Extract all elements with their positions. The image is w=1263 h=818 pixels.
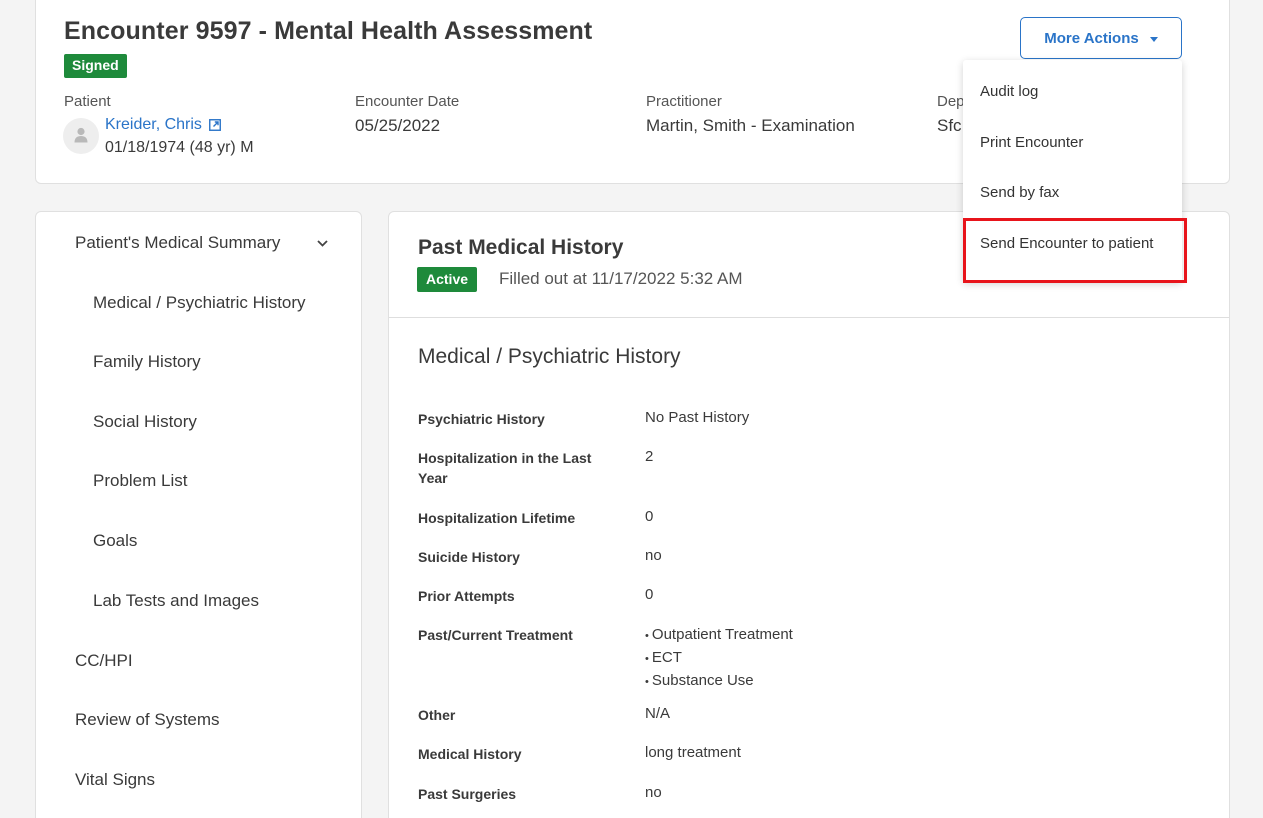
sidebar-item-medical-psychiatric-history[interactable]: Medical / Psychiatric History — [93, 293, 306, 313]
row-label-psychiatric-history: Psychiatric History — [418, 411, 545, 427]
row-value-suicide-history: no — [645, 547, 662, 564]
sidebar-item-social-history[interactable]: Social History — [93, 412, 197, 432]
sidebar-item-lab-tests-and-images[interactable]: Lab Tests and Images — [93, 591, 259, 611]
patient-label: Patient — [64, 93, 111, 110]
caret-down-icon[interactable] — [1149, 36, 1158, 42]
row-label-past-current-treatment: Past/Current Treatment — [418, 627, 573, 643]
row-value-prior-attempts: 0 — [645, 586, 654, 603]
patient-dob: 01/18/1974 (48 yr) M — [105, 139, 254, 156]
more-actions-button[interactable]: More Actions — [1020, 17, 1182, 59]
avatar — [63, 118, 99, 154]
row-label-suicide-history: Suicide History — [418, 549, 520, 565]
practitioner-value: Martin, Smith - Examination — [646, 116, 855, 135]
row-label-hospitalization-lifetime: Hospitalization Lifetime — [418, 510, 576, 526]
row-label-medical-history: Medical History — [418, 746, 522, 762]
encounter-date-value: 05/25/2022 — [355, 116, 441, 135]
divider — [389, 317, 1229, 318]
menu-item-print-encounter[interactable]: Print Encounter — [980, 134, 1083, 151]
row-value-other: N/A — [645, 705, 671, 722]
row-value-hospitalization-last-year: 2 — [645, 448, 654, 465]
row-label-other: Other — [418, 707, 456, 723]
patient-name[interactable]: Kreider, Chris — [105, 116, 202, 134]
sidebar-item-cc-hpi[interactable]: CC/HPI — [75, 651, 133, 671]
row-value-psychiatric-history: No Past History — [645, 409, 750, 426]
sidebar-item-problem-list[interactable]: Problem List — [93, 471, 187, 491]
chevron-down-icon[interactable] — [317, 240, 328, 247]
row-label-prior-attempts: Prior Attempts — [418, 588, 515, 604]
highlight-box — [963, 218, 1187, 283]
row-value-medical-history: long treatment — [645, 744, 741, 761]
sidebar-item-review-of-systems[interactable]: Review of Systems — [75, 710, 220, 730]
page-title: Past Medical History — [418, 236, 624, 259]
sidebar-item-vital-signs[interactable]: Vital Signs — [75, 770, 155, 790]
list-item: ECT — [645, 647, 793, 670]
external-link-icon[interactable] — [208, 119, 221, 131]
department-label: Dep — [937, 93, 965, 110]
encounter-date-label: Encounter Date — [355, 93, 460, 110]
menu-item-audit-log[interactable]: Audit log — [980, 83, 1038, 100]
sidebar-item-goals[interactable]: Goals — [93, 531, 137, 551]
user-icon — [74, 127, 88, 143]
more-actions-label[interactable]: More Actions — [1044, 30, 1138, 47]
filled-out-timestamp: Filled out at 11/17/2022 5:32 AM — [499, 269, 743, 288]
patient-name-link[interactable]: Kreider, Chris — [105, 116, 221, 134]
active-badge: Active — [417, 267, 478, 292]
row-label-past-surgeries: Past Surgeries — [418, 786, 517, 802]
menu-item-send-by-fax[interactable]: Send by fax — [980, 184, 1059, 201]
encounter-title: Encounter 9597 - Mental Health Assessmen… — [64, 17, 593, 45]
row-value-past-surgeries: no — [645, 784, 662, 801]
status-badge: Signed — [64, 54, 127, 78]
row-value-hospitalization-lifetime: 0 — [645, 508, 654, 525]
sidebar-item-patients-medical-summary[interactable]: Patient's Medical Summary — [75, 233, 280, 253]
section-title: Medical / Psychiatric History — [418, 345, 681, 368]
treatment-list: Outpatient Treatment ECT Substance Use — [645, 624, 793, 693]
list-item: Substance Use — [645, 670, 793, 693]
practitioner-label: Practitioner — [646, 93, 722, 110]
sidebar-item-family-history[interactable]: Family History — [93, 352, 201, 372]
department-value: Sfc — [937, 116, 962, 135]
list-item: Outpatient Treatment — [645, 624, 793, 647]
row-label-hospitalization-last-year: Hospitalization in the Last Year — [418, 450, 592, 486]
